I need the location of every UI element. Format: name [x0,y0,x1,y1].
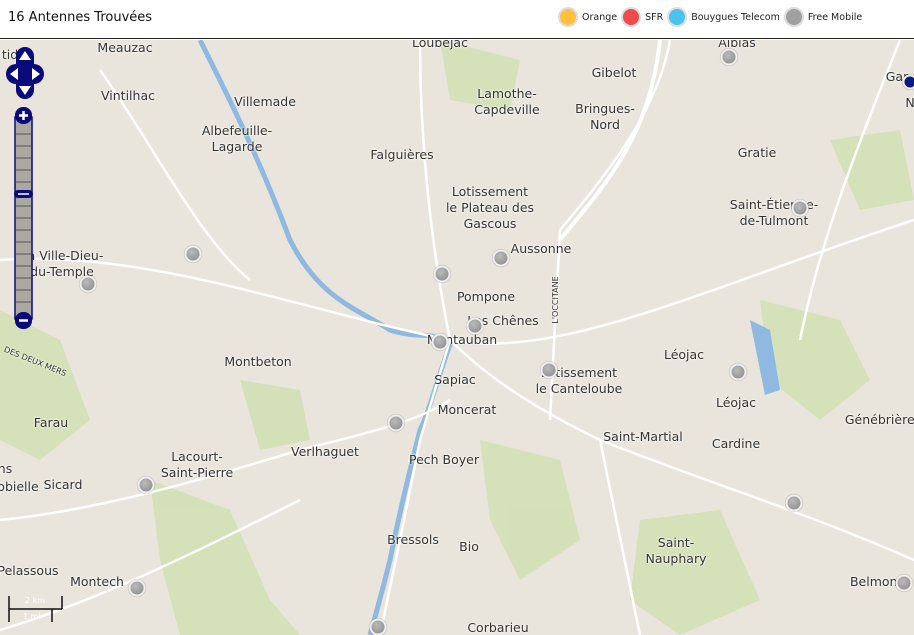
antenna-marker[interactable] [128,579,146,597]
antenna-marker[interactable] [729,363,747,381]
antenna-marker[interactable] [431,333,449,351]
legend-label: Free Mobile [807,11,863,23]
legend-orange[interactable]: Orange [558,7,617,27]
place-label: Albefeuille- Lagarde [201,123,273,154]
scale-mi: 1 mi [23,612,41,621]
place-label: Gratie [737,145,777,160]
place-label: Villemade [234,94,296,109]
place-label: Lotissement le Plateau des Gascous [445,184,535,231]
place-label: Montbeton [224,354,292,369]
place-label: Pompone [456,289,516,304]
free-dot-icon [783,7,804,27]
place-label: obielle [0,479,39,494]
antenna-marker[interactable] [369,618,387,635]
legend-sfr[interactable]: SFR [621,7,663,27]
antenna-marker[interactable] [137,476,155,494]
place-label: Vintilhac [101,88,155,103]
station-marker[interactable] [902,74,914,90]
place-label: Cardine [711,436,761,451]
map[interactable]: Meauzac Loubejac Albias Vintilhac Villemade L… [0,40,914,635]
place-label: Meauzac [97,40,153,55]
header: 16 Antennes Trouvées Orange SFR Bouygues… [0,0,914,39]
antenna-marker[interactable] [540,361,558,379]
legend-free[interactable]: Free Mobile [783,7,863,27]
place-label: Bio [459,539,479,554]
legend: Orange SFR Bouygues Telecom Free Mobile [558,7,866,27]
orange-dot-icon [558,7,578,27]
place-label: Verlhaguet [291,444,359,459]
place-label: Génébrières [844,412,914,427]
place-label: Montech [70,574,124,589]
place-label: Léojac [715,395,757,410]
antenna-marker[interactable] [895,574,913,592]
antenna-marker[interactable] [785,494,803,512]
antenna-marker[interactable] [466,317,484,335]
antenna-marker[interactable] [79,275,97,293]
place-label: ns [0,461,13,476]
antenna-marker[interactable] [492,249,510,267]
scale-bar: 2 km 1 mi [8,592,66,628]
place-label: Léojac [663,347,705,362]
place-label: Lamothe- Capdeville [474,86,540,117]
place-label: Bressols [387,532,439,547]
place-label: Saint- Nauphary [645,535,707,566]
place-label: Saint-Martial [603,429,683,444]
legend-label: Bouygues Telecom [691,11,780,23]
place-label: Corbarieu [467,620,529,635]
place-label: Pech Boyer [408,452,480,467]
place-label: Aussonne [510,241,572,256]
place-label: Pelassous [0,563,59,578]
legend-label: Orange [582,11,618,23]
zoom-bar[interactable] [14,107,33,329]
antenna-marker[interactable] [433,265,451,283]
legend-bouygues[interactable]: Bouygues Telecom [667,7,780,27]
place-label: Farau [33,415,69,430]
place-label: Gibelot [591,65,637,80]
antenna-marker[interactable] [791,199,809,217]
legend-label: SFR [645,11,664,23]
page-title: 16 Antennes Trouvées [8,10,153,25]
place-label: Falguières [370,147,434,162]
place-label: Loubejac [412,40,468,50]
place-label: Moncerat [437,402,497,417]
antenna-marker[interactable] [720,48,738,66]
place-label: Lacourt- Saint-Pierre [160,449,234,480]
place-label: N [905,95,914,110]
antenna-marker[interactable] [387,414,405,432]
place-label: Sapiac [434,372,476,387]
place-label: Sicard [43,477,83,492]
place-label: Bringues- Nord [575,101,635,132]
place-label: L'OCCITANE [551,276,560,324]
antenna-marker[interactable] [184,245,202,263]
bouygues-dot-icon [667,7,688,27]
scale-km: 2 km [25,596,46,605]
sfr-dot-icon [621,7,642,27]
pan-control[interactable] [6,47,44,99]
